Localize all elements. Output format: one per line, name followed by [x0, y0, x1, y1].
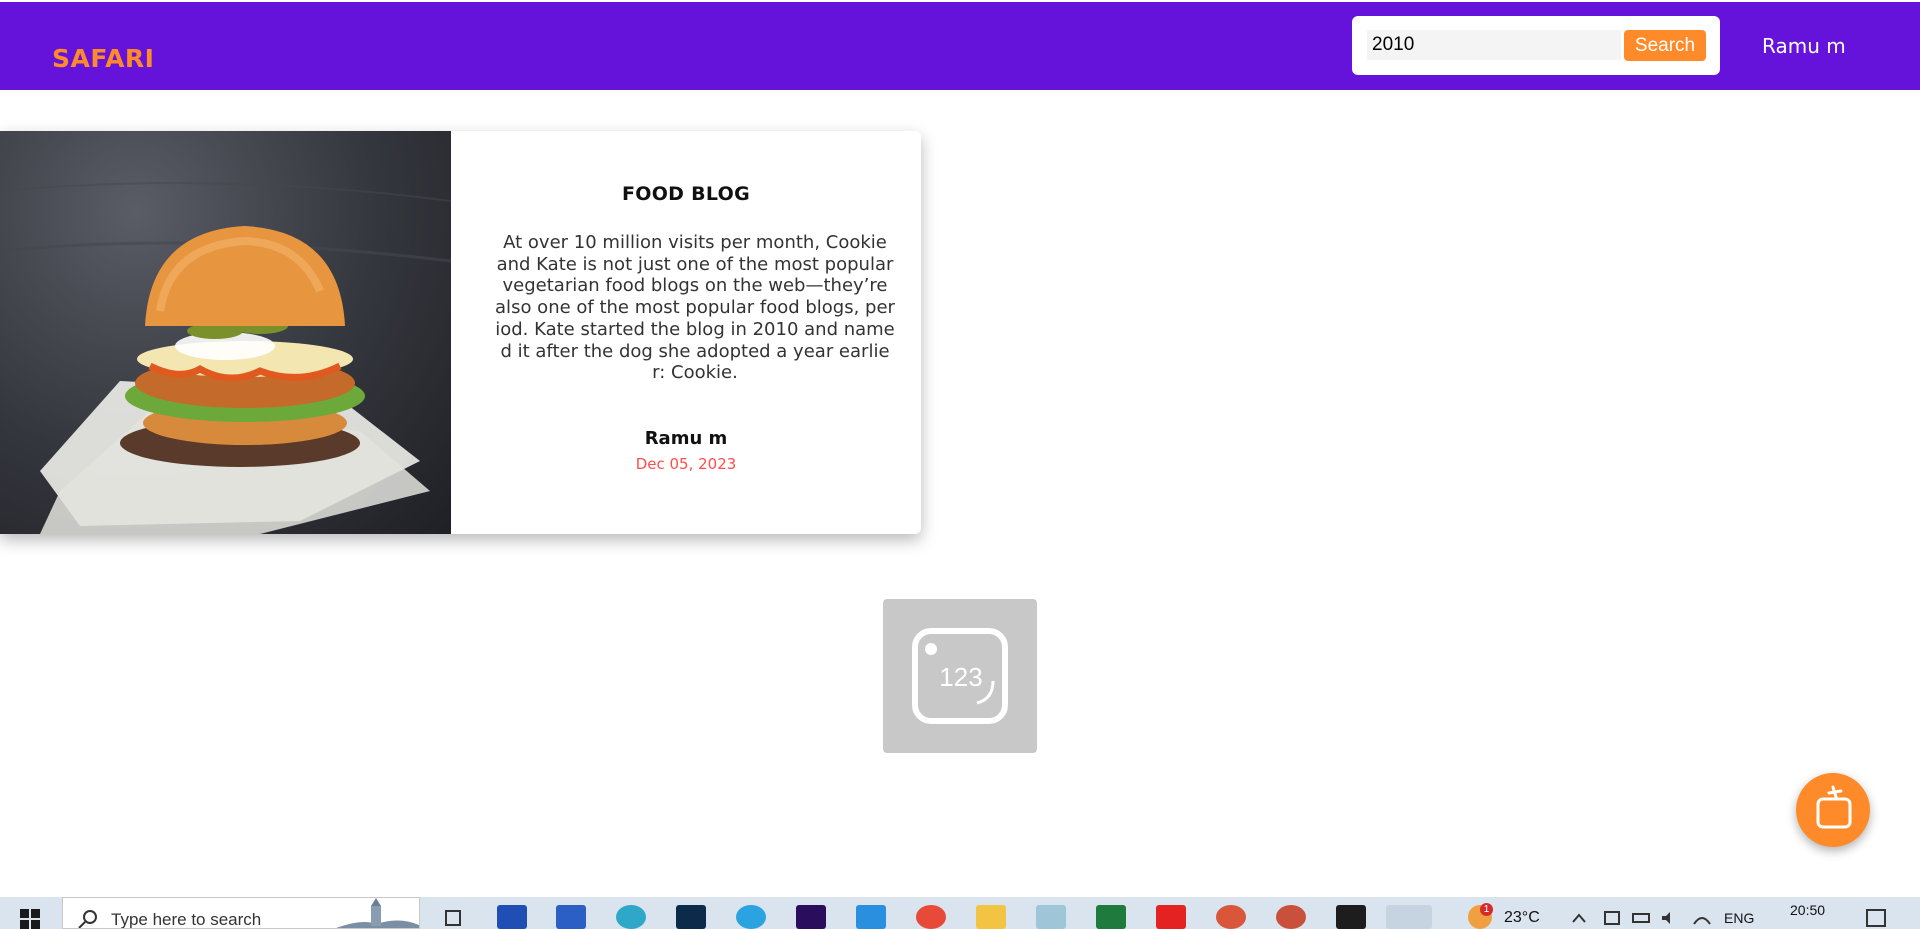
image-placeholder-icon: 123 — [912, 628, 1008, 724]
wifi-icon[interactable] — [1692, 910, 1712, 926]
chrome-icon[interactable] — [916, 905, 946, 929]
vscode-icon[interactable] — [856, 905, 886, 929]
language-indicator[interactable]: ENG — [1724, 910, 1754, 926]
card-date: Dec 05, 2023 — [635, 455, 737, 473]
page: SAFARI Search Ramu m — [0, 0, 1920, 929]
terminal-icon[interactable] — [1336, 905, 1366, 929]
battery-icon[interactable] — [1632, 913, 1650, 923]
search-button[interactable]: Search — [1624, 30, 1706, 61]
weather-badge: 1 — [1480, 903, 1493, 916]
taskbar: Type here to search 1 23°C ENG 20:50 — [0, 897, 1920, 929]
notifications-icon[interactable] — [1866, 909, 1886, 927]
chrome-active-tab[interactable] — [1386, 905, 1432, 929]
photoshop-icon[interactable] — [676, 905, 706, 929]
blog-card[interactable]: FOOD BLOG At over 10 million visits per … — [0, 131, 921, 534]
chrome-profile-2-icon[interactable] — [1276, 905, 1306, 929]
edge-icon[interactable] — [616, 905, 646, 929]
card-text: At over 10 million visits per month, Coo… — [495, 232, 895, 384]
taskbar-search-placeholder: Type here to search — [111, 910, 262, 929]
file-explorer-icon[interactable] — [976, 905, 1006, 929]
telegram-icon[interactable] — [736, 905, 766, 929]
burger-image — [0, 131, 451, 534]
task-view-icon[interactable] — [438, 905, 468, 929]
card-author: Ramu m — [644, 428, 728, 449]
chrome-profile-icon[interactable] — [1216, 905, 1246, 929]
image-placeholder: 123 — [883, 599, 1037, 753]
search-icon — [78, 910, 97, 928]
notepad-icon[interactable] — [1036, 905, 1066, 929]
windows-start-icon[interactable] — [20, 909, 40, 929]
weather-temp[interactable]: 23°C — [1504, 909, 1540, 927]
taskbar-search[interactable]: Type here to search — [62, 897, 420, 929]
user-name[interactable]: Ramu m — [1762, 34, 1846, 58]
network-icon[interactable] — [1604, 911, 1620, 925]
placeholder-label: 123 — [939, 662, 982, 692]
premiere-icon[interactable] — [796, 905, 826, 929]
card-title: FOOD BLOG — [621, 183, 751, 205]
word-icon[interactable] — [556, 905, 586, 929]
search-input[interactable] — [1367, 30, 1621, 60]
chevron-up-icon[interactable] — [1572, 913, 1586, 923]
card-body: FOOD BLOG At over 10 million visits per … — [451, 131, 921, 534]
header: SAFARI Search Ramu m — [0, 2, 1920, 90]
floating-action-button[interactable] — [1796, 773, 1870, 847]
youtube-icon[interactable] — [1156, 905, 1186, 929]
volume-icon[interactable] — [1660, 910, 1680, 926]
logo[interactable]: SAFARI — [52, 44, 154, 73]
castle-icon — [336, 898, 419, 928]
l-app-icon[interactable] — [497, 905, 527, 929]
clock-time[interactable]: 20:50 — [1790, 902, 1825, 918]
share-icon — [1816, 785, 1852, 829]
search-box: Search — [1352, 16, 1720, 75]
excel-icon[interactable] — [1096, 905, 1126, 929]
